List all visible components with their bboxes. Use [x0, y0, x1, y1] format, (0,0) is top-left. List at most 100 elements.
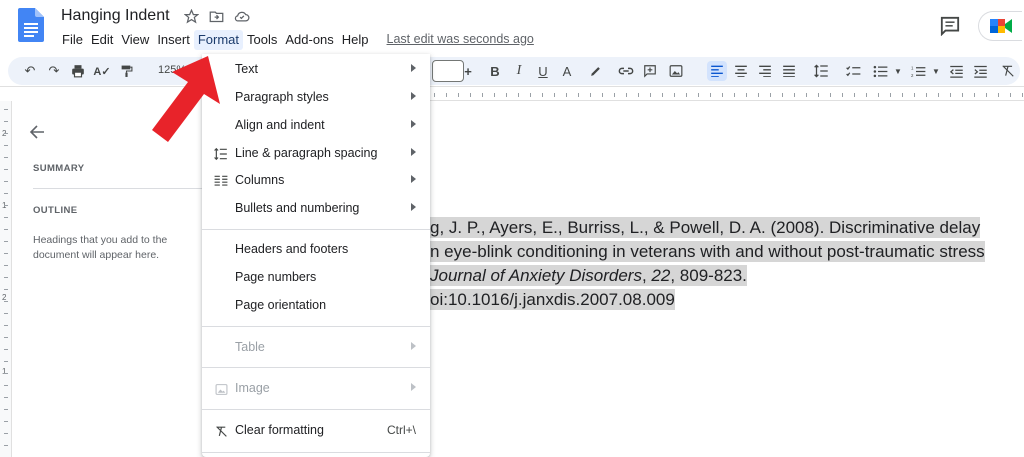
ruler-tick	[458, 93, 459, 97]
insert-link-icon[interactable]	[616, 61, 636, 81]
svg-text:2: 2	[911, 73, 914, 78]
line-spacing-icon[interactable]	[811, 61, 831, 81]
reference-line-4[interactable]: oi:10.1016/j.janxdis.2007.08.009	[430, 289, 675, 310]
meet-button[interactable]	[978, 11, 1022, 41]
align-center-icon[interactable]	[731, 61, 751, 81]
menu-item-page-numbers[interactable]: Page numbers	[202, 266, 430, 290]
increase-indent-icon[interactable]	[970, 61, 990, 81]
submenu-arrow-icon	[411, 120, 416, 128]
bulleted-list-dropdown-icon[interactable]: ▼	[888, 61, 908, 81]
menu-edit[interactable]: Edit	[87, 30, 117, 50]
submenu-arrow-icon	[411, 342, 416, 350]
last-edit-link[interactable]: Last edit was seconds ago	[387, 30, 534, 50]
ruler-tick	[4, 313, 8, 314]
menu-item-label: Text	[235, 62, 258, 76]
italic-icon[interactable]: I	[509, 61, 529, 81]
insert-image-icon[interactable]	[666, 61, 686, 81]
ruler-tick	[4, 229, 8, 230]
decrease-indent-icon[interactable]	[946, 61, 966, 81]
menu-item-label: Line & paragraph spacing	[235, 146, 378, 160]
menu-format[interactable]: Format	[193, 30, 243, 50]
ruler-tick	[4, 205, 8, 206]
menu-item-label: Image	[235, 381, 270, 395]
print-icon[interactable]	[68, 61, 88, 81]
ruler-tick	[434, 93, 435, 97]
menu-item-headers-footers[interactable]: Headers and footers	[202, 238, 430, 262]
bulleted-list-icon[interactable]	[870, 61, 890, 81]
comments-icon[interactable]	[939, 16, 961, 36]
menu-item-clear-formatting[interactable]: Clear formatting Ctrl+\	[202, 419, 430, 443]
menu-item-label: Clear formatting	[235, 423, 324, 437]
clear-formatting-icon[interactable]	[998, 61, 1018, 81]
star-icon[interactable]	[183, 8, 200, 25]
menu-file[interactable]: File	[58, 30, 87, 50]
menu-item-align-indent[interactable]: Align and indent	[202, 114, 430, 138]
numbered-list-icon[interactable]: 12	[908, 61, 928, 81]
vertical-ruler[interactable]: 2 1 1 2	[0, 101, 12, 457]
add-comment-icon[interactable]	[640, 61, 660, 81]
menu-divider	[202, 229, 430, 230]
submenu-arrow-icon	[411, 92, 416, 100]
undo-icon[interactable]: ↶	[20, 61, 40, 81]
ruler-tick	[446, 93, 447, 97]
horizontal-ruler[interactable]	[430, 87, 1024, 101]
ruler-tick	[854, 93, 855, 97]
numbered-list-dropdown-icon[interactable]: ▼	[926, 61, 946, 81]
bold-icon[interactable]: B	[485, 61, 505, 81]
menu-item-image[interactable]: Image	[202, 377, 430, 401]
redo-icon[interactable]: ↷	[44, 61, 64, 81]
align-right-icon[interactable]	[755, 61, 775, 81]
ruler-tick	[722, 93, 723, 97]
spellcheck-icon[interactable]: A✓	[92, 61, 112, 81]
ruler-tick	[962, 93, 963, 97]
ruler-tick	[4, 133, 8, 134]
reference-line-1[interactable]: g, J. P., Ayers, E., Burriss, L., & Powe…	[430, 217, 981, 238]
ruler-tick	[746, 93, 747, 97]
ruler-tick	[710, 93, 711, 97]
ruler-tick	[758, 93, 759, 97]
paint-format-icon[interactable]	[116, 61, 136, 81]
ruler-tick	[590, 93, 591, 97]
title-bar: Hanging Indent File Edit View Insert For…	[0, 0, 1024, 54]
menu-view[interactable]: View	[117, 30, 153, 50]
align-left-icon[interactable]	[707, 61, 727, 81]
ruler-tick	[614, 93, 615, 97]
ruler-tick	[4, 145, 8, 146]
menu-item-line-spacing[interactable]: Line & paragraph spacing	[202, 142, 430, 166]
reference-line-2[interactable]: n eye-blink conditioning in veterans wit…	[430, 241, 985, 262]
page-range: , 809-823.	[670, 266, 747, 285]
menu-item-paragraph-styles[interactable]: Paragraph styles	[202, 86, 430, 110]
menu-insert[interactable]: Insert	[153, 30, 194, 50]
menu-item-bullets-numbering[interactable]: Bullets and numbering	[202, 197, 430, 221]
highlight-color-icon[interactable]	[585, 61, 605, 81]
back-arrow-icon[interactable]	[29, 124, 45, 140]
ruler-tick	[998, 93, 999, 97]
citation-separator: ,	[641, 266, 652, 285]
ruler-tick	[878, 93, 879, 97]
menu-item-label: Paragraph styles	[235, 90, 329, 104]
menu-item-page-orientation[interactable]: Page orientation	[202, 294, 430, 318]
underline-icon[interactable]: U	[533, 61, 553, 81]
reference-line-3[interactable]: Journal of Anxiety Disorders, 22, 809-82…	[430, 265, 747, 286]
checklist-icon[interactable]	[843, 61, 863, 81]
menu-item-columns[interactable]: Columns	[202, 169, 430, 193]
text-color-icon[interactable]: A	[557, 61, 577, 81]
menu-item-table[interactable]: Table	[202, 336, 430, 360]
menu-item-label: Headers and footers	[235, 242, 349, 256]
meet-icon	[990, 19, 1012, 33]
journal-volume: 22	[651, 266, 671, 285]
menu-item-label: Page numbers	[235, 270, 317, 284]
justify-icon[interactable]	[779, 61, 799, 81]
ruler-tick	[4, 301, 8, 302]
cloud-saved-icon[interactable]	[233, 8, 250, 25]
menu-tools[interactable]: Tools	[243, 30, 281, 50]
increase-font-size-icon[interactable]: +	[458, 61, 478, 81]
menu-item-text[interactable]: Text	[202, 58, 430, 82]
menu-add-ons[interactable]: Add-ons	[281, 30, 337, 50]
move-folder-icon[interactable]	[208, 8, 225, 25]
red-pointer-arrow-icon	[152, 56, 220, 142]
docs-logo-icon[interactable]	[18, 8, 44, 42]
ruler-tick	[950, 93, 951, 97]
menu-help[interactable]: Help	[338, 30, 373, 50]
document-title[interactable]: Hanging Indent	[61, 7, 170, 25]
